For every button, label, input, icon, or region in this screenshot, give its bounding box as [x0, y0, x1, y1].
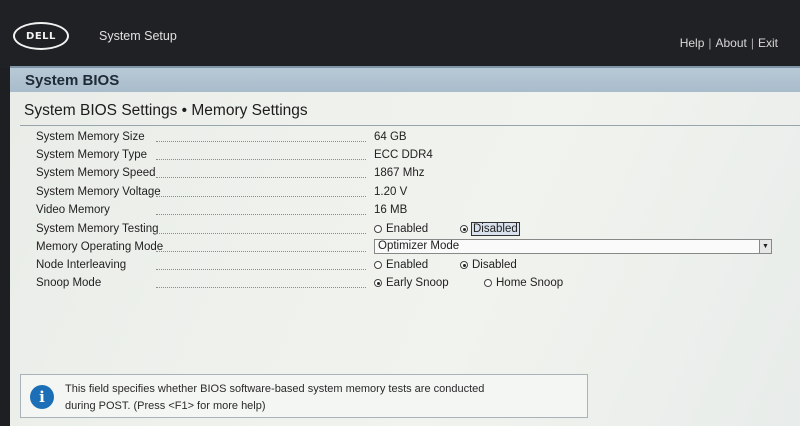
- dell-logo: DELL: [13, 22, 69, 50]
- settings-panel: System BIOS System BIOS Settings • Memor…: [10, 66, 800, 426]
- radio-on-icon: [374, 279, 382, 287]
- setting-label: System Memory Size: [36, 131, 366, 143]
- about-link[interactable]: About: [716, 36, 747, 50]
- memory-operating-mode-select[interactable]: Optimizer Mode ▼: [374, 239, 772, 254]
- node-interleaving-disabled-radio[interactable]: Disabled: [460, 259, 517, 271]
- setting-row-node-interleaving: Node Interleaving Enabled Disabled: [10, 259, 800, 277]
- help-link[interactable]: Help: [680, 36, 705, 50]
- setting-value: 64 GB: [374, 131, 407, 143]
- radio-off-icon: [374, 225, 382, 233]
- radio-on-icon: [460, 261, 468, 269]
- setting-row-memory-size: System Memory Size 64 GB: [10, 131, 800, 149]
- section-divider: [20, 125, 800, 126]
- setting-label: System Memory Type: [36, 149, 366, 161]
- setting-label: Video Memory: [36, 204, 366, 216]
- exit-link[interactable]: Exit: [758, 36, 778, 50]
- memory-testing-disabled-radio[interactable]: Disabled: [460, 222, 520, 236]
- setting-value: 16 MB: [374, 204, 408, 216]
- setting-value: ECC DDR4: [374, 149, 433, 161]
- dropdown-arrow-icon[interactable]: ▼: [759, 240, 771, 253]
- node-interleaving-enabled-radio[interactable]: Enabled: [374, 259, 428, 271]
- radio-off-icon: [484, 279, 492, 287]
- setting-label: System Memory Voltage: [36, 186, 366, 198]
- radio-on-icon: [460, 225, 468, 233]
- panel-header: System BIOS: [10, 66, 800, 92]
- setting-row-memory-speed: System Memory Speed 1867 Mhz: [10, 167, 800, 185]
- memory-testing-enabled-radio[interactable]: Enabled: [374, 223, 428, 235]
- setting-label: Snoop Mode: [36, 277, 366, 289]
- setting-label: System Memory Testing: [36, 223, 366, 235]
- setting-value: 1867 Mhz: [374, 167, 425, 179]
- panel-title: System BIOS: [25, 72, 120, 89]
- setting-row-video-memory: Video Memory 16 MB: [10, 204, 800, 222]
- setting-row-memory-voltage: System Memory Voltage 1.20 V: [10, 186, 800, 204]
- setting-label: System Memory Speed: [36, 167, 366, 179]
- info-icon: i: [30, 385, 54, 409]
- setting-label: Node Interleaving: [36, 259, 366, 271]
- link-separator: |: [708, 36, 712, 50]
- link-separator: |: [750, 36, 754, 50]
- help-text-line: This field specifies whether BIOS softwa…: [65, 383, 485, 395]
- help-text-line: during POST. (Press <F1> for more help): [65, 400, 266, 412]
- early-snoop-radio[interactable]: Early Snoop: [374, 277, 449, 289]
- help-text: This field specifies whether BIOS softwa…: [65, 381, 575, 415]
- top-bar: DELL System Setup Help | About | Exit: [0, 0, 800, 68]
- setting-row-snoop-mode: Snoop Mode Early Snoop Home Snoop: [10, 277, 800, 295]
- select-value: Optimizer Mode: [378, 240, 460, 252]
- setting-label: Memory Operating Mode: [36, 241, 366, 253]
- setting-value: 1.20 V: [374, 186, 408, 198]
- home-snoop-radio[interactable]: Home Snoop: [484, 277, 563, 289]
- setting-row-memory-type: System Memory Type ECC DDR4: [10, 149, 800, 167]
- app-title: System Setup: [99, 29, 177, 43]
- setting-row-operating-mode: Memory Operating Mode Optimizer Mode ▼: [10, 239, 800, 259]
- radio-off-icon: [374, 261, 382, 269]
- top-links: Help | About | Exit: [680, 36, 778, 50]
- help-box: i This field specifies whether BIOS soft…: [20, 374, 588, 418]
- section-title: System BIOS Settings • Memory Settings: [24, 102, 308, 119]
